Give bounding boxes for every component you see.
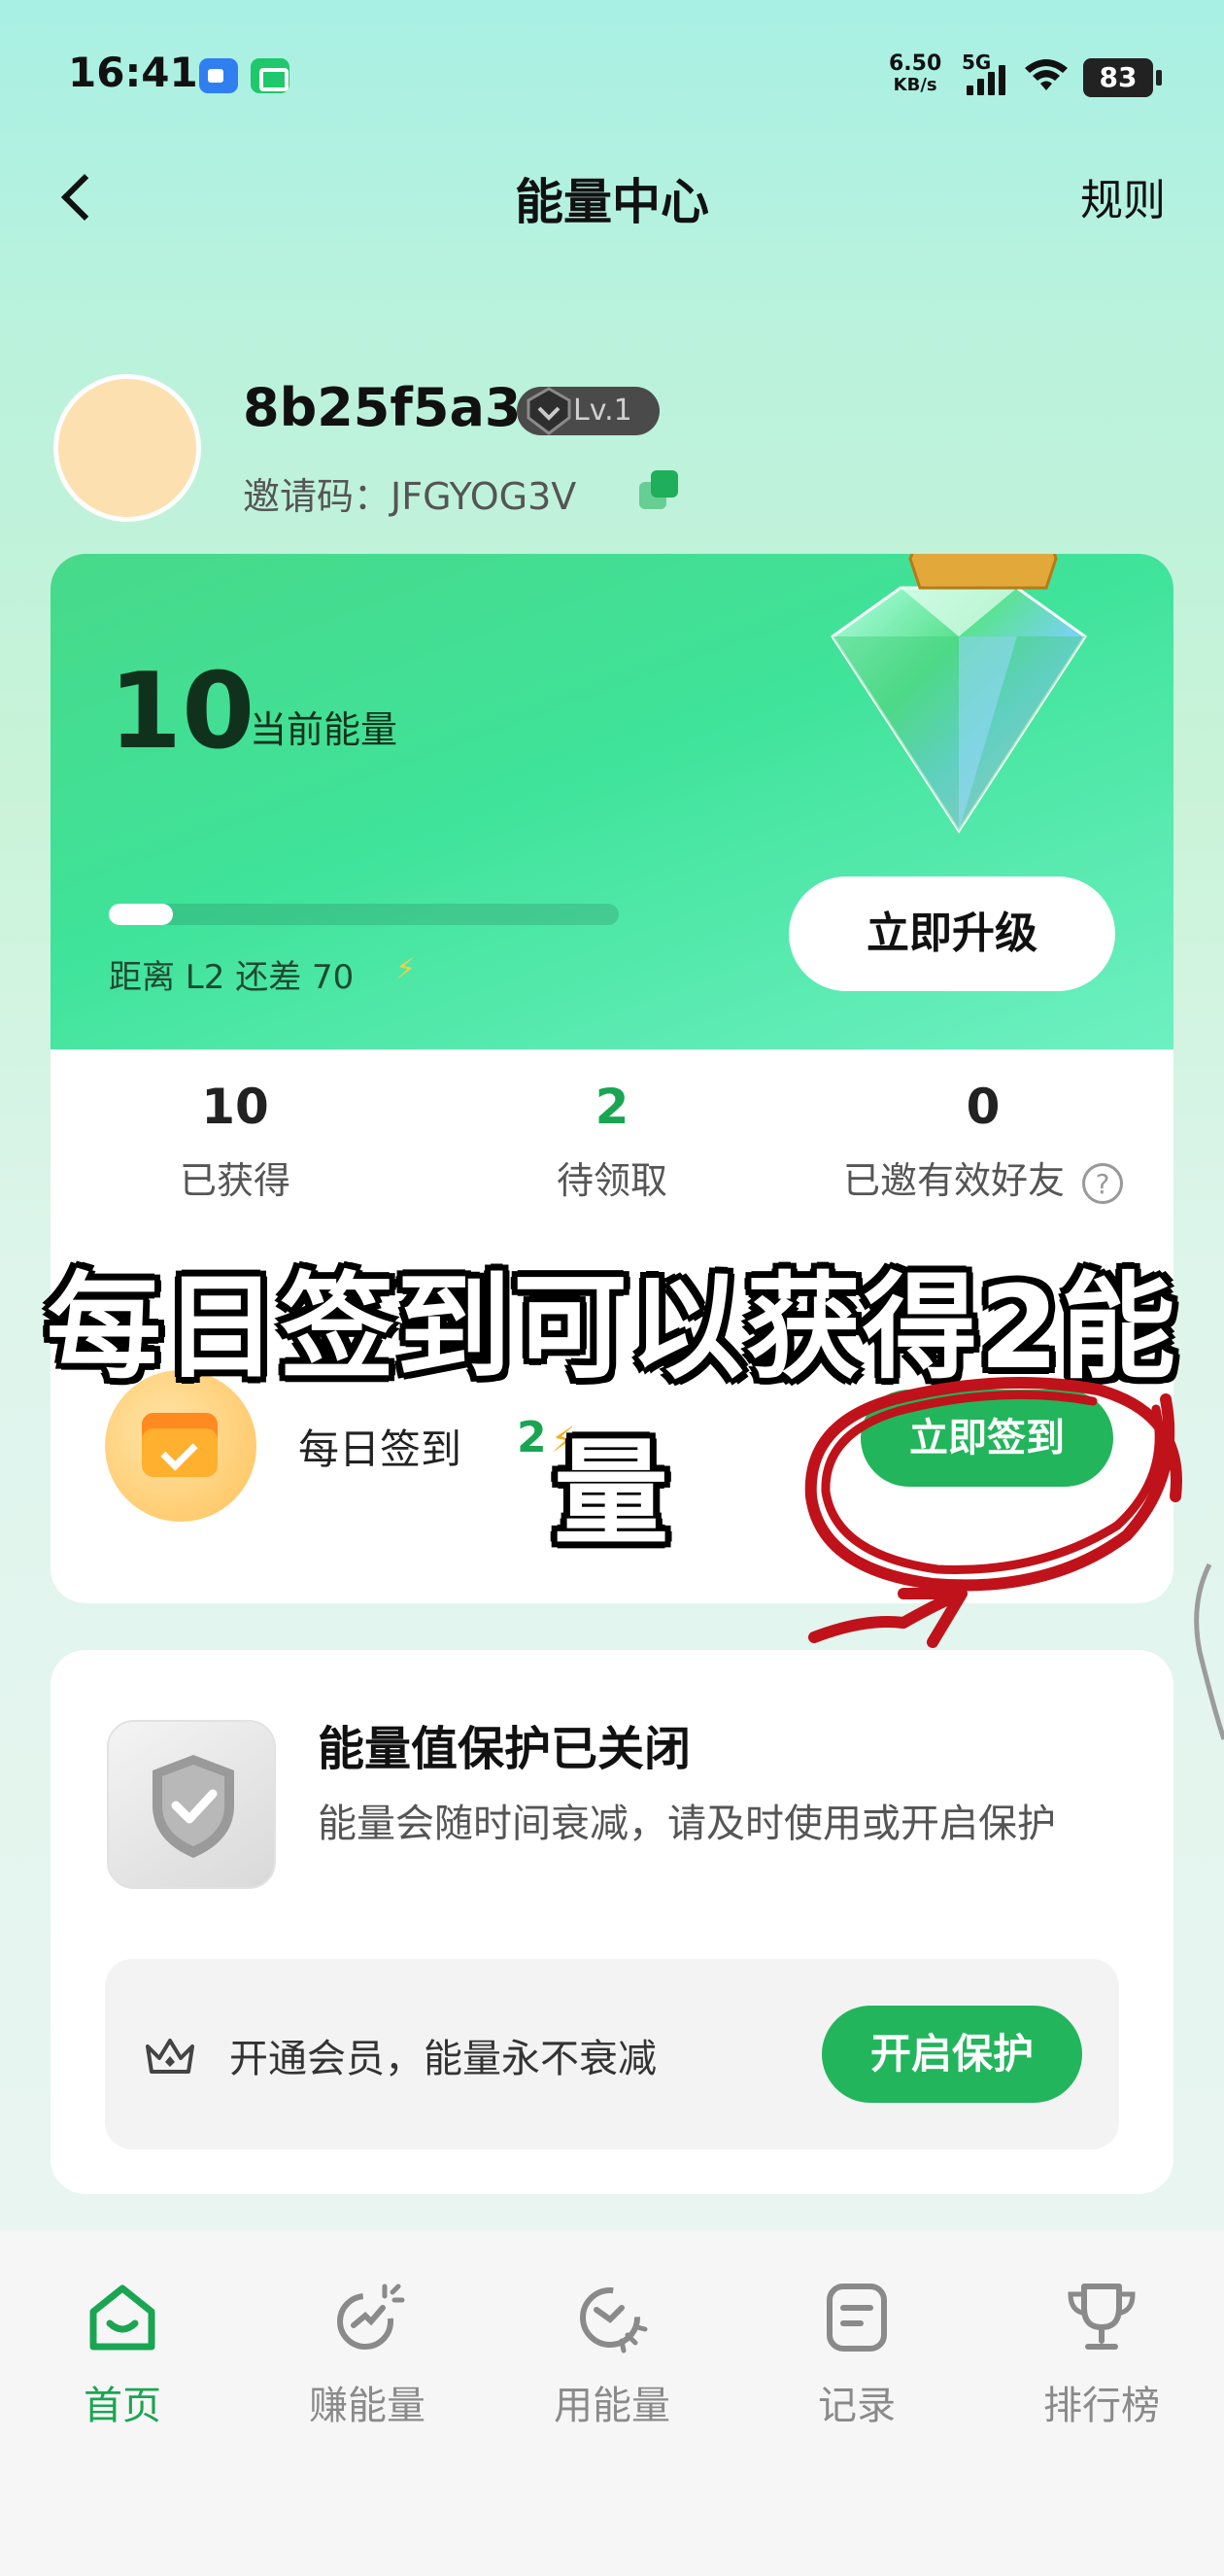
stat-pending: 2 待领取: [427, 1079, 797, 1204]
page-title: 能量中心: [515, 174, 709, 230]
avatar[interactable]: [53, 374, 201, 522]
chat-app-icon: [251, 58, 289, 93]
copy-icon[interactable]: [639, 470, 682, 513]
stat-label: 已获得: [179, 1159, 290, 1202]
level-progress-fill: [109, 904, 173, 925]
home-icon: [89, 2284, 155, 2351]
status-time: 16:41: [68, 49, 198, 96]
level-gap-text: 距离 L2 还差 70: [109, 958, 355, 997]
rules-link[interactable]: 规则: [1080, 165, 1166, 227]
signal-icon: [967, 62, 1007, 95]
energy-label: 当前能量: [250, 708, 398, 751]
stat-value: 10: [201, 1079, 269, 1135]
battery-indicator: 83: [1083, 58, 1162, 97]
stat-earned: 10 已获得: [51, 1079, 420, 1204]
invite-code: 邀请码：JFGYOG3V: [243, 475, 577, 518]
stat-value: 2: [595, 1079, 629, 1135]
nav-label: 首页: [84, 2384, 161, 2428]
nav-records[interactable]: 记录: [734, 2279, 979, 2430]
overlay-caption: 每日签到可以获得2能量: [46, 1260, 1178, 1561]
membership-banner: 开通会员，能量永不衰减 开启保护: [105, 1959, 1119, 2149]
stat-label: 已邀有效好友: [842, 1159, 1065, 1202]
nav-use-energy[interactable]: 用能量: [490, 2279, 734, 2430]
stat-label: 待领取: [556, 1159, 667, 1202]
bolt-icon: ⚡: [395, 952, 417, 986]
nav-home[interactable]: 首页: [0, 2279, 245, 2430]
level-shield-icon: [527, 387, 571, 435]
stat-value: 0: [966, 1079, 1001, 1135]
shield-check-icon: [107, 1720, 276, 1889]
records-icon: [827, 2284, 887, 2352]
enable-protection-button[interactable]: 开启保护: [822, 2006, 1082, 2103]
energy-summary: 10 当前能量 距离 L2 还差 70 ⚡ 立即升级: [51, 554, 1173, 1049]
energy-stats: 10 已获得 2 待领取 0 已邀有效好友?: [51, 1049, 1173, 1244]
level-progress-bar: [109, 904, 619, 925]
trophy-icon: [1068, 2284, 1136, 2350]
status-bar: 16:41 6.50 KB/s 5G 83: [0, 0, 1224, 146]
network-speed: 6.50 KB/s: [889, 52, 942, 96]
use-energy-icon: [580, 2287, 648, 2353]
nav-earn-energy[interactable]: 赚能量: [245, 2279, 490, 2430]
nav-label: 赚能量: [309, 2384, 425, 2428]
bottom-nav: 首页 赚能量 用能量 记录 排行榜: [0, 2230, 1224, 2576]
username: 8b25f5a3: [243, 377, 522, 438]
nav-leaderboard[interactable]: 排行榜: [979, 2279, 1224, 2430]
protection-description: 能量会随时间衰减，请及时使用或开启保护: [318, 1802, 1056, 1846]
nav-label: 记录: [818, 2384, 896, 2428]
membership-text: 开通会员，能量永不衰减: [229, 2037, 657, 2081]
wifi-icon: [1025, 59, 1068, 90]
stat-invited: 0 已邀有效好友?: [779, 1079, 1173, 1204]
diamond-crown-icon: [830, 554, 1088, 834]
video-app-icon: [199, 58, 238, 93]
energy-protection-card: 能量值保护已关闭 能量会随时间衰减，请及时使用或开启保护 开通会员，能量永不衰减…: [51, 1650, 1173, 2194]
nav-label: 排行榜: [1043, 2384, 1160, 2428]
crown-icon: [146, 2039, 194, 2074]
energy-value: 10: [109, 651, 255, 773]
earn-energy-icon: [337, 2284, 405, 2350]
protection-title: 能量值保护已关闭: [318, 1722, 692, 1776]
upgrade-button[interactable]: 立即升级: [789, 876, 1115, 991]
stat-label-row: 已邀有效好友?: [779, 1151, 1173, 1204]
help-icon[interactable]: ?: [1082, 1162, 1123, 1204]
nav-label: 用能量: [554, 2384, 670, 2428]
